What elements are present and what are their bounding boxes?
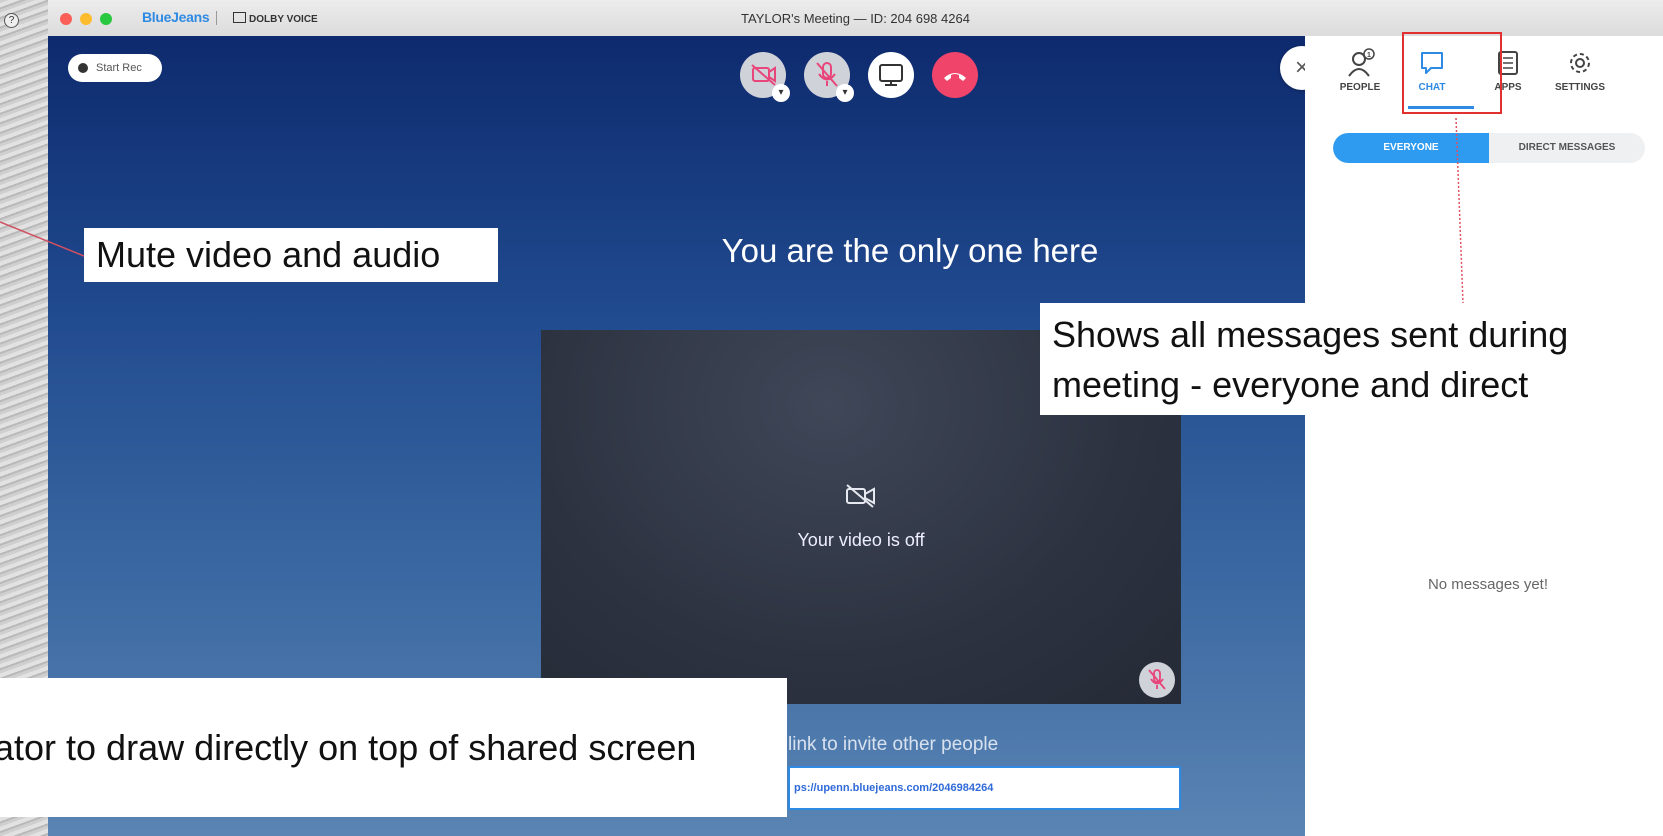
annotation-messages-line1: Shows all messages sent during xyxy=(1052,314,1569,355)
chevron-down-icon[interactable]: ▾ xyxy=(772,84,790,102)
annotation-messages: Shows all messages sent during meeting -… xyxy=(1040,303,1640,415)
mic-toggle-button[interactable]: ▾ xyxy=(804,52,854,102)
record-icon xyxy=(78,63,88,73)
video-off-label: Your video is off xyxy=(797,530,925,550)
annotation-messages-line2: meeting - everyone and direct xyxy=(1052,364,1529,405)
annotation-draw-text: ator to draw directly on top of shared s… xyxy=(0,727,697,768)
camera-toggle-button[interactable]: ▾ xyxy=(740,52,790,102)
end-call-button[interactable] xyxy=(932,52,978,98)
screen-share-icon xyxy=(879,64,903,86)
alone-message: You are the only one here xyxy=(721,232,1099,269)
chat-audience-toggle: EVERYONE DIRECT MESSAGES xyxy=(1333,133,1645,163)
start-recording-label: Start Rec xyxy=(96,62,142,74)
people-count: 1 xyxy=(1367,52,1371,59)
mic-off-icon xyxy=(1148,669,1166,690)
screen-share-button[interactable] xyxy=(868,52,914,98)
empty-chat-message: No messages yet! xyxy=(1427,576,1549,593)
invite-instructions: link to invite other people xyxy=(788,734,999,755)
everyone-segment[interactable]: EVERYONE xyxy=(1333,133,1489,163)
chat-tab-highlight xyxy=(1402,32,1502,114)
start-recording-button[interactable]: Start Rec xyxy=(68,54,162,82)
gear-icon xyxy=(1570,53,1590,73)
window-title: TAYLOR's Meeting — ID: 204 698 4264 xyxy=(741,11,970,26)
direct-messages-segment[interactable]: DIRECT MESSAGES xyxy=(1489,133,1645,163)
annotation-mute: Mute video and audio xyxy=(84,228,498,282)
help-icon[interactable]: ? xyxy=(4,13,19,28)
chevron-down-icon[interactable]: ▾ xyxy=(836,84,854,102)
tab-people-label: PEOPLE xyxy=(1339,82,1381,93)
annotation-draw: ator to draw directly on top of shared s… xyxy=(0,678,787,817)
tab-settings[interactable]: SETTINGS xyxy=(1545,48,1615,93)
end-call-icon xyxy=(944,73,966,81)
tab-settings-label: SETTINGS xyxy=(1554,82,1605,93)
invite-link-field[interactable]: ps://upenn.bluejeans.com/2046984264 xyxy=(788,766,1181,810)
self-mic-status xyxy=(1139,662,1175,698)
person-icon: 1 xyxy=(1348,48,1375,77)
tab-people[interactable]: 1 PEOPLE xyxy=(1325,48,1395,93)
video-off-icon xyxy=(846,484,875,508)
